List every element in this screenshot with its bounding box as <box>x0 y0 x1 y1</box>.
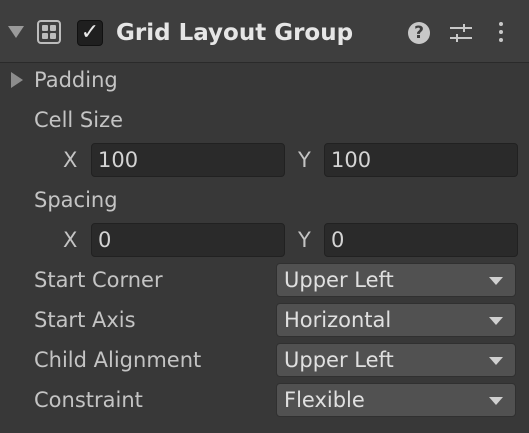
dropdown-caret-icon <box>489 397 503 405</box>
child-alignment-label: Child Alignment <box>34 348 202 372</box>
inspector-panel: ✓ Grid Layout Group ? Padding Cell Size … <box>0 0 529 433</box>
start-axis-dropdown[interactable]: Horizontal <box>276 303 516 337</box>
component-header[interactable]: ✓ Grid Layout Group ? <box>0 0 529 63</box>
dropdown-caret-icon <box>489 357 503 365</box>
child-alignment-value: Upper Left <box>284 348 394 372</box>
component-enabled-checkbox[interactable]: ✓ <box>77 20 103 46</box>
context-menu-icon[interactable] <box>488 20 514 48</box>
spacing-y-field[interactable]: 0 <box>324 223 518 257</box>
foldout-down-icon[interactable] <box>8 26 24 38</box>
cell-size-label: Cell Size <box>34 108 124 132</box>
padding-foldout-label[interactable]: Padding <box>34 66 118 94</box>
foldout-right-icon[interactable] <box>11 72 23 88</box>
constraint-value: Flexible <box>284 388 365 412</box>
help-icon[interactable]: ? <box>408 22 430 44</box>
constraint-dropdown[interactable]: Flexible <box>276 383 516 417</box>
component-title: Grid Layout Group <box>116 20 354 46</box>
start-corner-dropdown[interactable]: Upper Left <box>276 263 516 297</box>
start-axis-value: Horizontal <box>284 308 392 332</box>
spacing-label: Spacing <box>34 188 118 212</box>
cell-size-y-field[interactable]: 100 <box>324 143 518 177</box>
spacing-x-label[interactable]: X <box>63 226 77 254</box>
cell-size-x-label[interactable]: X <box>63 146 77 174</box>
start-corner-value: Upper Left <box>284 268 394 292</box>
dropdown-caret-icon <box>489 317 503 325</box>
presets-icon[interactable] <box>448 20 474 48</box>
cell-size-y-label[interactable]: Y <box>298 146 311 174</box>
start-axis-label: Start Axis <box>34 308 136 332</box>
cell-size-x-field[interactable]: 100 <box>91 143 285 177</box>
dropdown-caret-icon <box>489 277 503 285</box>
start-corner-label: Start Corner <box>34 268 163 292</box>
grid-layout-icon <box>37 20 61 44</box>
constraint-label: Constraint <box>34 388 143 412</box>
spacing-x-field[interactable]: 0 <box>91 223 285 257</box>
spacing-y-label[interactable]: Y <box>298 226 311 254</box>
child-alignment-dropdown[interactable]: Upper Left <box>276 343 516 377</box>
